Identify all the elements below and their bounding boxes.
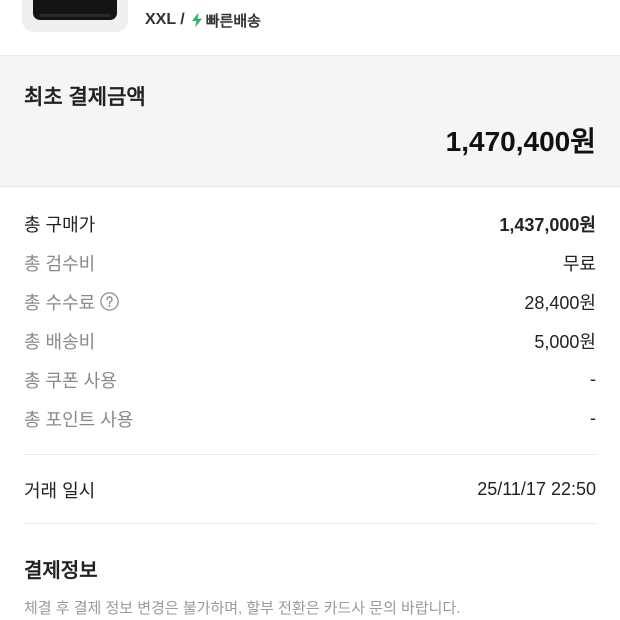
- payment-info-notice: 체결 후 결제 정보 변경은 불가하며, 할부 전환은 카드사 문의 바랍니다.: [24, 600, 461, 617]
- row-value: -: [590, 369, 596, 389]
- cost-breakdown: 총 구매가 1,437,000원 총 검수비 무료 총 수수료 28,400원 …: [24, 204, 596, 438]
- row-label: 거래 일시: [24, 480, 96, 501]
- row-value: 5,000원: [534, 331, 596, 352]
- question-circle-icon[interactable]: [100, 292, 120, 311]
- cost-row-commission: 총 수수료 28,400원: [24, 282, 596, 321]
- product-image: [33, 0, 117, 20]
- summary-amount: 1,470,400원: [445, 126, 596, 157]
- order-detail-screen: XXL / 빠른배송 최초 결제금액 1,470,400원 총 구매가 1,43…: [0, 0, 620, 620]
- divider: [24, 523, 596, 524]
- product-row[interactable]: XXL / 빠른배송: [0, 0, 620, 55]
- payment-info-title: 결제정보: [24, 560, 98, 582]
- product-option: XXL / 빠른배송: [145, 8, 261, 32]
- row-label: 총 검수비: [24, 253, 96, 274]
- product-thumbnail: [22, 0, 128, 32]
- summary-title: 최초 결제금액: [24, 86, 146, 109]
- lightning-icon: [191, 12, 202, 28]
- row-label: 총 쿠폰 사용: [24, 370, 117, 391]
- row-label: 총 구매가: [24, 214, 96, 235]
- row-value: 무료: [562, 253, 596, 274]
- cost-row-points: 총 포인트 사용 -: [24, 399, 596, 438]
- row-value: 28,400원: [524, 292, 596, 313]
- row-value: 1,437,000원: [499, 214, 596, 235]
- transaction-date-row: 거래 일시 25/11/17 22:50: [24, 470, 596, 509]
- size-option: XXL /: [145, 11, 185, 28]
- row-label: 총 수수료: [24, 292, 96, 313]
- product-image-hem: [39, 14, 111, 17]
- divider: [24, 454, 596, 455]
- row-label: 총 배송비: [24, 331, 96, 352]
- transaction-date: 25/11/17 22:50: [477, 479, 596, 499]
- payment-summary: 최초 결제금액 1,470,400원: [0, 56, 620, 187]
- cost-row-purchase-price: 총 구매가 1,437,000원: [24, 204, 596, 243]
- cost-row-inspection-fee: 총 검수비 무료: [24, 243, 596, 282]
- row-label-wrap: 총 수수료: [24, 289, 120, 315]
- cost-row-shipping-fee: 총 배송비 5,000원: [24, 321, 596, 360]
- cost-row-coupon: 총 쿠폰 사용 -: [24, 360, 596, 399]
- row-label: 총 포인트 사용: [24, 409, 134, 430]
- shipping-label: 빠른배송: [205, 12, 261, 30]
- row-value: -: [590, 408, 596, 428]
